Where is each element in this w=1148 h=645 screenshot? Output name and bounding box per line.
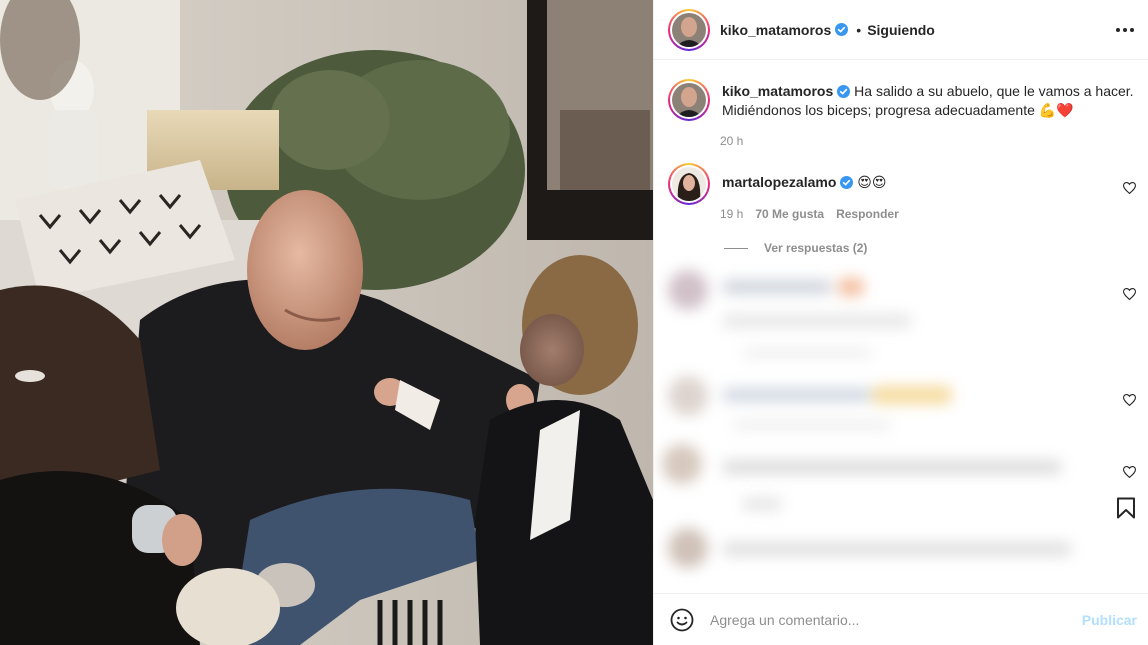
blurred-text — [732, 420, 892, 430]
comment-item: martalopezalamo 😍😍 — [668, 163, 886, 205]
blurred-text — [722, 314, 912, 328]
caption-avatar-image — [672, 83, 706, 117]
heart-icon[interactable] — [1123, 288, 1136, 300]
author-avatar-image — [672, 12, 706, 47]
comment-author-avatar[interactable] — [668, 163, 710, 205]
caption-line-1: Ha salido a su abuelo, que le vamos a ha… — [854, 83, 1134, 99]
post-side-panel: kiko_matamoros • Siguiendo kiko_matamoro… — [653, 0, 1148, 645]
comment-meta: 19 h 70 Me gusta Responder — [720, 207, 911, 221]
comment-text: martalopezalamo 😍😍 — [722, 173, 886, 205]
more-options-icon[interactable] — [1115, 20, 1135, 40]
instagram-post-modal: kiko_matamoros • Siguiendo kiko_matamoro… — [0, 0, 1148, 645]
blurred-comments — [662, 258, 1102, 594]
publish-button[interactable]: Publicar — [1082, 612, 1137, 628]
caption: kiko_matamoros Ha salido a su abuelo, qu… — [668, 79, 1134, 121]
post-photo[interactable] — [0, 0, 653, 645]
comment-reply-button[interactable]: Responder — [836, 207, 899, 221]
blurred-text — [722, 388, 872, 402]
caption-timestamp[interactable]: 20 h — [720, 134, 743, 148]
caption-author-avatar[interactable] — [668, 79, 710, 121]
view-replies-button[interactable]: Ver respuestas (2) — [724, 241, 867, 255]
blurred-avatar — [668, 270, 708, 310]
blurred-text — [742, 498, 782, 510]
blurred-text — [722, 280, 832, 294]
view-replies-label: Ver respuestas (2) — [764, 241, 868, 255]
replies-divider — [724, 247, 748, 249]
blurred-text — [722, 542, 1072, 556]
verified-badge-icon — [840, 176, 854, 189]
blurred-emoji — [872, 386, 952, 404]
blurred-text — [722, 460, 1062, 474]
heart-icon[interactable] — [1123, 394, 1136, 406]
follow-separator: • — [856, 21, 862, 38]
comment-body: 😍😍 — [857, 174, 887, 190]
comment-likes[interactable]: 70 Me gusta — [755, 207, 824, 221]
follow-status-button[interactable]: Siguiendo — [867, 22, 935, 38]
caption-emojis: 💪❤️ — [1038, 102, 1074, 118]
blurred-avatar — [662, 444, 702, 484]
verified-badge-icon — [837, 85, 851, 98]
blurred-avatar — [668, 376, 708, 416]
verified-badge-icon — [835, 23, 849, 36]
comment-timestamp[interactable]: 19 h — [720, 207, 743, 221]
blurred-avatar — [668, 528, 708, 568]
comment-avatar-image — [672, 167, 706, 201]
heart-icon[interactable] — [1123, 182, 1136, 194]
blurred-text — [742, 348, 872, 358]
comment-author-username[interactable]: martalopezalamo — [722, 174, 836, 190]
comment-input[interactable] — [710, 611, 1082, 628]
caption-line-2: Midiéndonos los biceps; progresa adecuad… — [722, 102, 1035, 118]
heart-icon[interactable] — [1123, 466, 1136, 478]
author-username[interactable]: kiko_matamoros — [720, 22, 831, 38]
add-comment-bar: Publicar — [654, 593, 1148, 645]
blurred-emoji — [838, 278, 864, 296]
post-header: kiko_matamoros • Siguiendo — [654, 0, 1148, 60]
caption-author-username[interactable]: kiko_matamoros — [722, 83, 833, 99]
caption-text: kiko_matamoros Ha salido a su abuelo, qu… — [722, 82, 1134, 121]
author-avatar[interactable] — [668, 8, 710, 51]
bookmark-icon[interactable] — [1116, 497, 1136, 519]
emoji-icon[interactable] — [670, 608, 694, 632]
post-image — [0, 0, 653, 645]
